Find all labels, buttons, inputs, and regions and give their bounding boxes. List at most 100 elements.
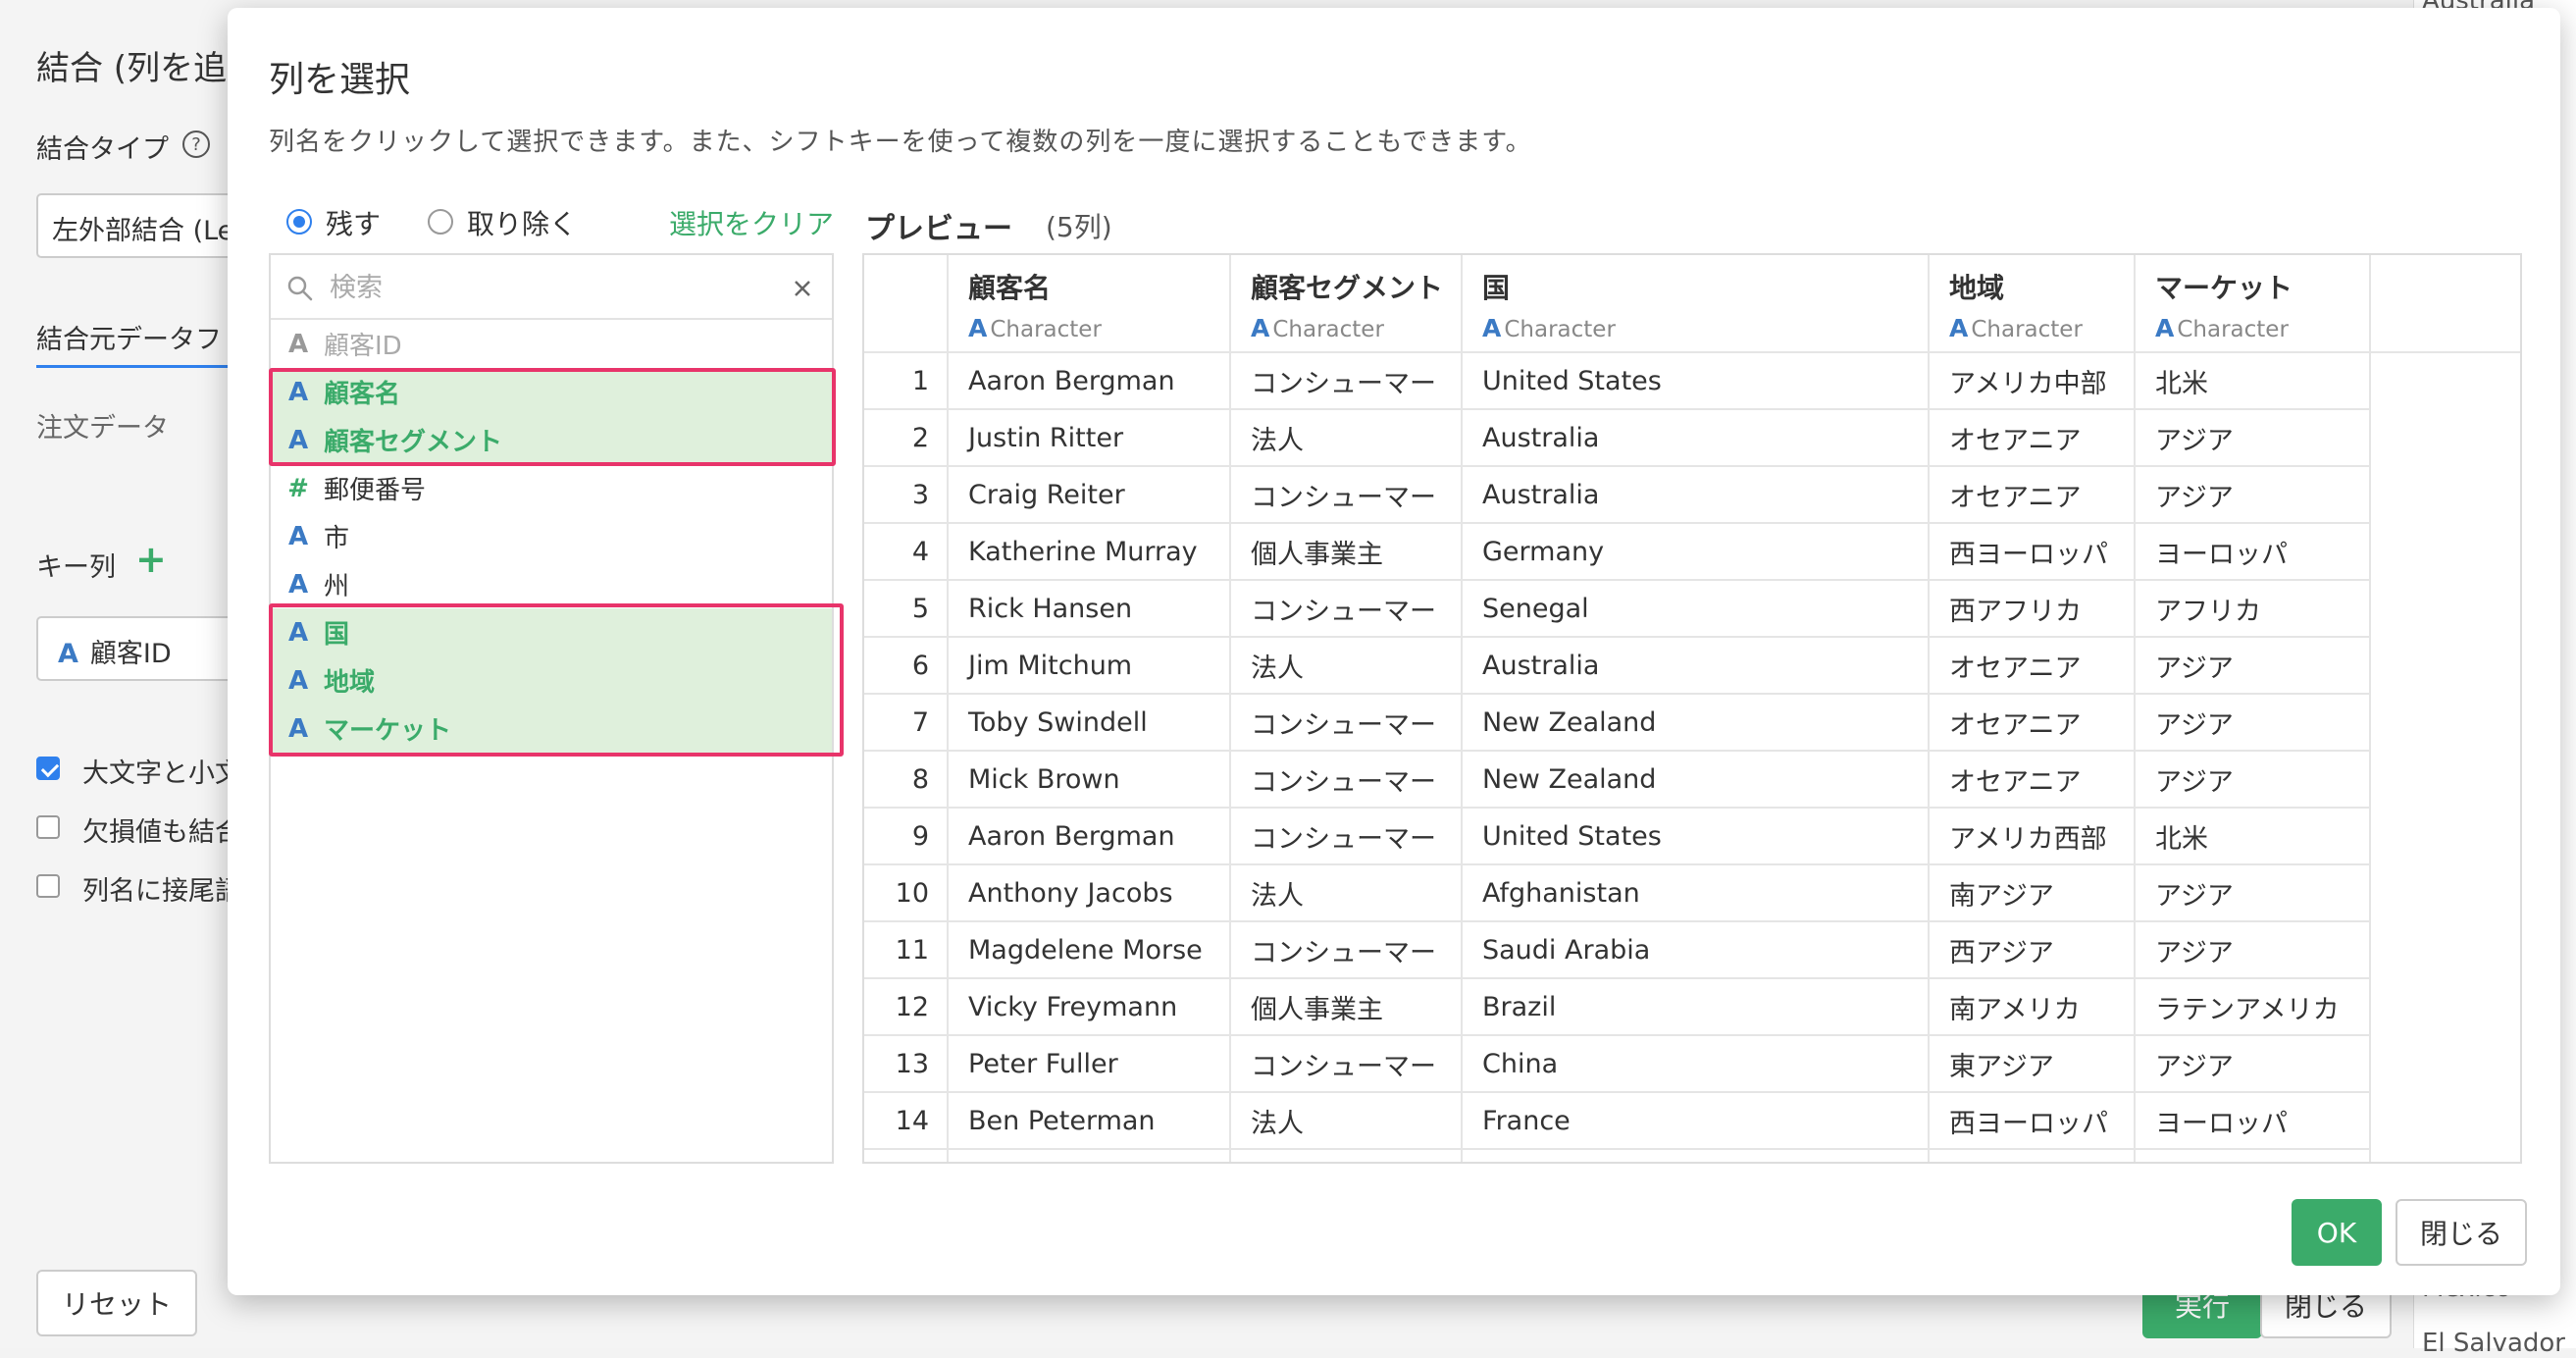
row-number: 7 <box>864 695 949 752</box>
table-cell: Brazil <box>1463 979 1930 1036</box>
table-cell: Justin Ritter <box>949 410 1231 467</box>
add-key-icon[interactable]: + <box>135 538 167 581</box>
column-list-item[interactable]: A 地域 <box>271 656 832 705</box>
character-type-icon: A <box>287 329 309 359</box>
table-cell: 東アジア <box>1930 1036 2136 1093</box>
close-button[interactable]: 閉じる <box>2396 1199 2527 1266</box>
table-cell: コンシューマー <box>1231 809 1463 865</box>
column-type-label: Character <box>990 317 1102 342</box>
column-header[interactable]: マーケット A Character <box>2136 255 2371 353</box>
source-data-tab[interactable]: 結合元データフ <box>36 318 222 356</box>
table-cell: オセアニア <box>1930 467 2136 524</box>
row-number: 4 <box>864 524 949 581</box>
source-tab-underline <box>36 365 228 368</box>
table-cell: アジア <box>2136 865 2371 922</box>
column-type-label: Character <box>2177 317 2289 342</box>
character-type-icon: A <box>287 425 309 455</box>
table-cell: New Zealand <box>1463 695 1930 752</box>
ok-button[interactable]: OK <box>2292 1199 2382 1266</box>
table-cell: China <box>1463 1036 1930 1093</box>
column-list-item[interactable]: A 顧客名 <box>271 368 832 416</box>
column-header-name: 地域 <box>1949 272 2005 304</box>
table-cell: アメリカ西部 <box>1930 809 2136 865</box>
column-list-item[interactable]: A国 <box>271 608 832 656</box>
checkbox-suffix[interactable] <box>36 874 60 898</box>
table-cell: 西アジア <box>1930 922 2136 979</box>
table-cell: Aaron Bergman <box>949 353 1231 410</box>
search-icon <box>287 276 313 301</box>
column-header[interactable]: 顧客名 A Character <box>949 255 1231 353</box>
table-cell: オセアニア <box>1930 752 2136 809</box>
table-cell: コンシューマー <box>1231 752 1463 809</box>
column-header[interactable]: 地域 A Character <box>1930 255 2136 353</box>
column-list-item[interactable]: A 顧客ID <box>271 320 832 368</box>
table-cell: アメリカ中部 <box>1930 353 2136 410</box>
table-cell: Katherine Murray <box>949 524 1231 581</box>
table-cell: 西ヨーロッパ <box>1930 524 2136 581</box>
table-cell: New Zealand <box>1463 752 1930 809</box>
table-cell: Toby Swindell <box>949 695 1231 752</box>
character-type-icon: A <box>968 314 988 342</box>
table-cell: オセアニア <box>1930 638 2136 695</box>
column-list-item-label: 顧客名 <box>324 380 401 409</box>
column-type-label: Character <box>1272 317 1384 342</box>
table-cell-partial <box>864 1150 949 1162</box>
table-cell: コンシューマー <box>1231 1036 1463 1093</box>
table-cell: France <box>1463 1093 1930 1150</box>
row-number: 13 <box>864 1036 949 1093</box>
table-cell: 西アフリカ <box>1930 581 2136 638</box>
row-number: 11 <box>864 922 949 979</box>
column-header-name: 顧客名 <box>968 272 1052 304</box>
column-header[interactable]: 顧客セグメント A Character <box>1231 255 1463 353</box>
key-column-label: キー列 <box>36 552 116 583</box>
checkbox-case[interactable] <box>36 757 60 780</box>
radio-remove-label[interactable]: 取り除く <box>467 203 577 242</box>
row-number: 3 <box>864 467 949 524</box>
table-cell: オセアニア <box>1930 695 2136 752</box>
radio-remove[interactable] <box>428 209 453 235</box>
table-cell: アジア <box>2136 638 2371 695</box>
row-number: 14 <box>864 1093 949 1150</box>
column-header-name: 顧客セグメント <box>1251 272 1444 304</box>
radio-keep-label[interactable]: 残す <box>326 203 381 242</box>
column-list-item[interactable]: A市 <box>271 512 832 560</box>
background-title: 結合 (列を追 <box>36 49 228 88</box>
table-cell: 法人 <box>1231 1093 1463 1150</box>
table-cell: Anthony Jacobs <box>949 865 1231 922</box>
table-cell: 南アジア <box>1930 865 2136 922</box>
clear-selection-link[interactable]: 選択をクリア <box>669 203 834 242</box>
table-cell: 法人 <box>1231 638 1463 695</box>
table-cell-partial <box>1463 1150 1930 1162</box>
column-list-item[interactable]: A 顧客セグメント <box>271 416 832 464</box>
table-cell: アジア <box>2136 1036 2371 1093</box>
table-cell: 北米 <box>2136 353 2371 410</box>
column-header-name: 国 <box>1482 272 1511 304</box>
checkbox-missing-label: 欠損値も結合 <box>82 817 241 848</box>
character-type-icon: A <box>287 713 309 744</box>
table-cell-partial <box>949 1150 1231 1162</box>
column-header[interactable]: 国 A Character <box>1463 255 1930 353</box>
table-cell: コンシューマー <box>1231 467 1463 524</box>
column-list-item-label: マーケット <box>324 716 452 746</box>
table-cell: 西ヨーロッパ <box>1930 1093 2136 1150</box>
column-list-item-label: 郵便番号 <box>324 476 427 505</box>
clear-search-icon[interactable] <box>793 279 812 298</box>
column-type: A Character <box>1949 314 2134 342</box>
radio-keep[interactable] <box>286 209 312 235</box>
checkbox-missing[interactable] <box>36 815 60 839</box>
table-cell: コンシューマー <box>1231 695 1463 752</box>
search-input[interactable] <box>328 267 753 308</box>
column-list-item-label: 市 <box>324 524 350 553</box>
column-list-item[interactable]: A マーケット <box>271 705 832 753</box>
checkbox-case-label: 大文字と小文 <box>82 758 241 789</box>
reset-button[interactable]: リセット <box>36 1270 197 1336</box>
character-type-icon: A <box>287 665 309 696</box>
character-type-icon: A <box>1251 314 1270 342</box>
column-list-item[interactable]: # 郵便番号 <box>271 464 832 512</box>
question-circle-icon[interactable]: ? <box>182 131 210 158</box>
column-list-item[interactable]: A州 <box>271 560 832 608</box>
table-cell: ラテンアメリカ <box>2136 979 2371 1036</box>
table-cell: Germany <box>1463 524 1930 581</box>
character-type-icon: A <box>2155 314 2175 342</box>
table-cell: コンシューマー <box>1231 581 1463 638</box>
